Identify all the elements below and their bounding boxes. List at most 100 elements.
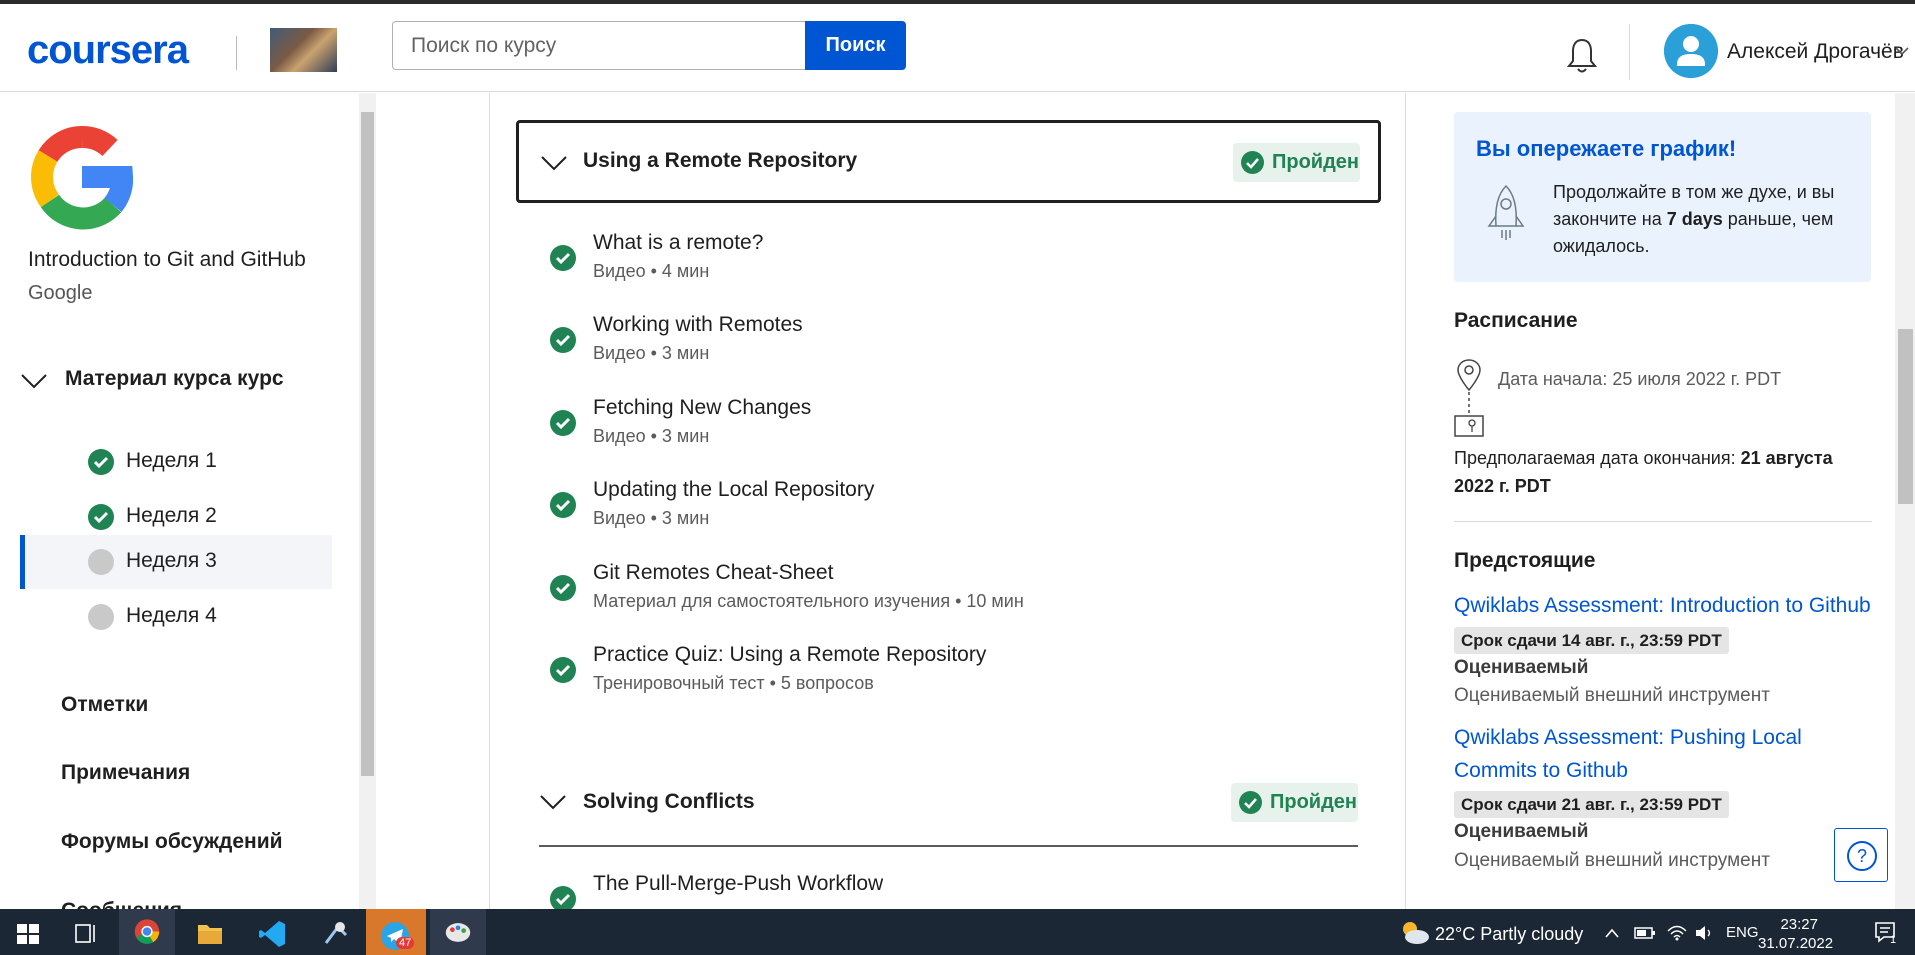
- status-label: Пройден: [1272, 151, 1360, 173]
- item-meta: Видео • 4 мин: [593, 261, 710, 281]
- sidebar-item-week-4[interactable]: Неделя 4: [20, 590, 332, 644]
- ahead-title: Вы опережаете график!: [1476, 136, 1737, 161]
- page-scroll-thumb[interactable]: [1898, 329, 1913, 504]
- check-circle-icon: [1239, 791, 1262, 814]
- upcoming-heading: Предстоящие: [1454, 549, 1596, 572]
- language-indicator[interactable]: ENG: [1726, 924, 1759, 941]
- paint-icon[interactable]: [430, 909, 486, 955]
- check-circle-icon: [550, 657, 576, 683]
- telegram-app[interactable]: 47: [366, 909, 426, 955]
- list-item[interactable]: Updating the Local Repository Видео • 3 …: [550, 478, 1350, 548]
- sidebar-item-grades[interactable]: Отметки: [61, 693, 148, 717]
- task-view-icon[interactable]: [56, 909, 112, 955]
- search-button[interactable]: Поиск: [805, 21, 906, 70]
- avatar-icon[interactable]: [1664, 24, 1718, 78]
- help-button[interactable]: ?: [1834, 828, 1888, 882]
- item-meta: Тренировочный тест • 5 вопросов: [593, 673, 874, 693]
- user-name[interactable]: Алексей Дрогачёв: [1727, 40, 1904, 64]
- header-divider: [1629, 24, 1630, 80]
- upcoming-link[interactable]: Qwiklabs Assessment: Introduction to Git…: [1454, 589, 1874, 622]
- ahead-days: 7 days: [1666, 209, 1723, 229]
- status-badge: Пройден: [1233, 143, 1360, 182]
- chevron-down-icon[interactable]: [20, 373, 48, 389]
- chevron-up-icon[interactable]: [1604, 927, 1620, 939]
- telegram-badge: 47: [396, 937, 415, 949]
- system-clock[interactable]: 23:27 31.07.2022: [1758, 915, 1834, 953]
- module-title: Using a Remote Repository: [583, 149, 858, 172]
- windows-start-icon[interactable]: [0, 909, 56, 955]
- graded-label: Оцениваемый: [1454, 821, 1589, 842]
- upcoming-link[interactable]: Qwiklabs Assessment: Pushing Local Commi…: [1454, 721, 1874, 787]
- schedule-end-date: Предполагаемая дата окончания: 21 август…: [1454, 444, 1874, 500]
- sidebar-scroll-thumb[interactable]: [361, 112, 374, 776]
- item-title[interactable]: What is a remote?: [593, 231, 763, 255]
- bell-icon[interactable]: [1567, 37, 1597, 75]
- sidebar-item-messages[interactable]: Сообщения: [61, 899, 182, 909]
- course-sidebar: Introduction to Git and GitHub Google Ма…: [0, 93, 356, 909]
- list-item[interactable]: What is a remote? Видео • 4 мин: [550, 231, 1350, 301]
- sidebar-item-week-1[interactable]: Неделя 1: [20, 435, 332, 489]
- item-meta: Видео • 3 мин: [593, 426, 710, 446]
- battery-icon[interactable]: [1634, 925, 1656, 941]
- search-input[interactable]: [392, 21, 805, 70]
- item-title[interactable]: Fetching New Changes: [593, 396, 811, 420]
- item-title[interactable]: Practice Quiz: Using a Remote Repository: [593, 643, 986, 667]
- due-badge: Срок сдачи 21 авг. г., 23:59 PDT: [1454, 791, 1729, 818]
- tool-label: Оцениваемый внешний инструмент: [1454, 685, 1770, 706]
- list-item[interactable]: Fetching New Changes Видео • 3 мин: [550, 396, 1350, 466]
- wifi-icon[interactable]: [1666, 923, 1688, 941]
- status-badge: Пройден: [1231, 783, 1358, 822]
- module-header-remote[interactable]: Using a Remote Repository Пройден: [516, 120, 1381, 203]
- windows-taskbar: 47 22°C Partly cloudy ENG 23:27 31.07.20…: [0, 909, 1915, 955]
- vscode-icon[interactable]: [245, 909, 301, 955]
- course-material-toggle[interactable]: Материал курса курс: [65, 367, 284, 391]
- partner-thumbnail: [270, 28, 337, 72]
- course-org: Google: [28, 282, 93, 304]
- check-circle-icon: [88, 504, 114, 530]
- volume-icon[interactable]: [1694, 924, 1714, 942]
- chevron-down-icon[interactable]: [1895, 46, 1909, 56]
- end-label: Предполагаемая дата окончания:: [1454, 448, 1741, 468]
- item-title[interactable]: Updating the Local Repository: [593, 478, 874, 502]
- item-title[interactable]: Working with Remotes: [593, 313, 803, 337]
- week-label: Неделя 2: [126, 504, 217, 527]
- check-circle-icon: [1241, 151, 1264, 174]
- notification-count: 1: [1890, 934, 1897, 946]
- tool-label: Оцениваемый внешний инструмент: [1454, 850, 1770, 871]
- column-divider: [1405, 93, 1406, 909]
- sidebar-item-week-3[interactable]: Неделя 3: [20, 535, 332, 589]
- top-header: coursera Поиск Алексей Дрогачёв: [0, 4, 1915, 92]
- check-circle-icon: [550, 245, 576, 271]
- weather-text[interactable]: 22°C Partly cloudy: [1435, 924, 1583, 945]
- sidebar-item-notes[interactable]: Примечания: [61, 761, 190, 785]
- ahead-description: Продолжайте в том же духе, и вы закончит…: [1553, 179, 1853, 260]
- list-item[interactable]: Practice Quiz: Using a Remote Repository…: [550, 643, 1350, 713]
- column-divider: [489, 93, 490, 909]
- list-item[interactable]: Git Remotes Cheat-Sheet Материал для сам…: [550, 561, 1350, 631]
- module-header-conflicts[interactable]: Solving Conflicts Пройден: [539, 782, 1358, 842]
- clock-time: 23:27: [1780, 916, 1818, 933]
- chrome-icon[interactable]: [119, 909, 175, 955]
- week-label: Неделя 1: [126, 449, 217, 472]
- check-circle-icon: [550, 575, 576, 601]
- module-divider: [539, 845, 1358, 847]
- coursera-logo[interactable]: coursera: [27, 28, 189, 73]
- check-circle-icon: [550, 327, 576, 353]
- clock-date: 31.07.2022: [1758, 935, 1834, 952]
- sidebar-item-forums[interactable]: Форумы обсуждений: [61, 830, 283, 854]
- module-title: Solving Conflicts: [583, 790, 755, 813]
- item-title[interactable]: Git Remotes Cheat-Sheet: [593, 561, 833, 585]
- app-icon[interactable]: [308, 909, 364, 955]
- list-item[interactable]: The Pull-Merge-Push Workflow: [550, 872, 1350, 909]
- list-item[interactable]: Working with Remotes Видео • 3 мин: [550, 313, 1350, 383]
- item-meta: Видео • 3 мин: [593, 343, 710, 363]
- check-circle-icon: [550, 410, 576, 436]
- location-pin-icon: [1454, 359, 1484, 437]
- status-label: Пройден: [1270, 791, 1358, 813]
- file-explorer-icon[interactable]: [182, 909, 238, 955]
- ahead-of-schedule-card: Вы опережаете график! Продолжайте в том …: [1454, 112, 1871, 282]
- chevron-down-icon: [540, 795, 566, 810]
- item-title[interactable]: The Pull-Merge-Push Workflow: [593, 872, 883, 896]
- weather-cloud-sun-icon[interactable]: [1397, 918, 1431, 946]
- week-label: Неделя 4: [126, 604, 217, 627]
